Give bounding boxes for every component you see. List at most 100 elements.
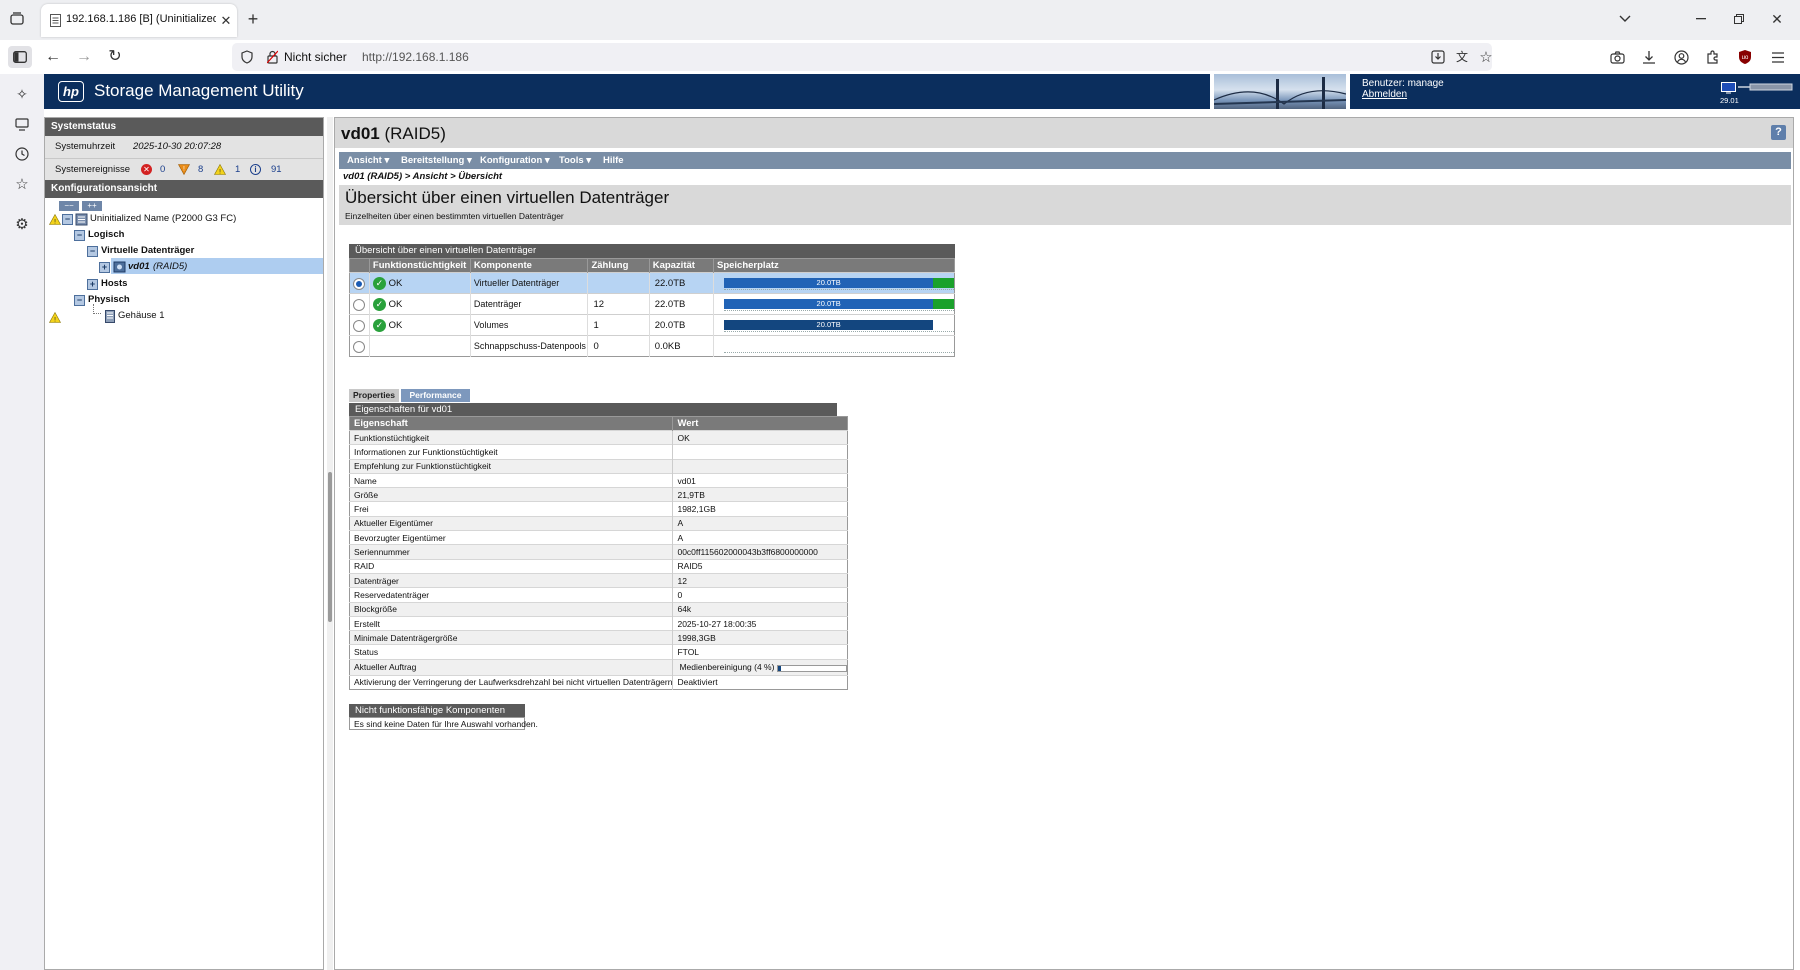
screenshot-icon[interactable] — [1608, 48, 1626, 66]
collapse-all-button[interactable]: −− — [59, 201, 79, 211]
row-select-radio[interactable] — [350, 294, 370, 315]
history-icon[interactable] — [13, 145, 31, 163]
translate-icon[interactable]: 文 — [1454, 49, 1470, 65]
property-name: Informationen zur Funktionstüchtigkeit — [354, 446, 498, 457]
not-secure-label[interactable]: Nicht sicher — [284, 50, 347, 64]
forward-icon[interactable]: → — [75, 48, 93, 66]
overview-row[interactable]: ✓ OK Datenträger 12 22.0TB 20.0TB — [349, 293, 955, 315]
overview-row[interactable]: ✓ OK Virtueller Datenträger 22.0TB 20.0TB — [349, 272, 955, 294]
menu-icon[interactable] — [1769, 48, 1787, 66]
tree-item-hosts[interactable]: Hosts — [101, 276, 127, 292]
tab-list-icon[interactable] — [8, 10, 26, 28]
row-capacity: 22.0TB — [648, 293, 714, 315]
tree-expand-vd01-icon[interactable]: + — [99, 262, 110, 273]
row-select-radio[interactable] — [350, 336, 370, 357]
tree-expand-hosts-icon[interactable]: + — [87, 279, 98, 290]
tree-collapse-physical-icon[interactable]: − — [74, 295, 85, 306]
menu-hilfe[interactable]: Hilfe — [597, 152, 630, 169]
property-name: Datenträger — [354, 575, 399, 586]
expand-all-button[interactable]: ++ — [82, 201, 102, 211]
property-name: Größe — [354, 489, 379, 500]
bookmark-star-icon[interactable]: ☆ — [1478, 49, 1494, 65]
overview-row[interactable]: ✓ OK Volumes 1 20.0TB 20.0TB — [349, 314, 955, 336]
row-select-radio[interactable] — [350, 315, 370, 336]
save-page-icon[interactable] — [1430, 49, 1446, 65]
property-value: 00c0ff115602000043b3ff6800000000 — [672, 544, 848, 560]
overview-col-health[interactable]: Funktionstüchtigkeit — [368, 258, 471, 273]
ok-check-icon: ✓ — [372, 297, 386, 311]
browser-sidebar: ✧ ☆ ⚙ — [0, 74, 44, 970]
close-window-icon[interactable]: ✕ — [1769, 11, 1785, 27]
minimize-icon[interactable] — [1693, 11, 1709, 27]
menu-konfiguration[interactable]: Konfiguration ▾ — [474, 152, 556, 169]
new-tab-icon[interactable]: + — [244, 10, 262, 28]
sidebar-toggle-icon[interactable] — [8, 46, 32, 68]
warning-event-icon[interactable]: ! — [214, 164, 226, 175]
downloads-icon[interactable] — [1640, 48, 1658, 66]
radio-button[interactable] — [353, 298, 366, 311]
synced-tabs-icon[interactable] — [13, 115, 31, 133]
critical-event-icon[interactable]: ✕ — [141, 164, 152, 175]
tree-collapse-vdisks-icon[interactable]: − — [87, 246, 98, 257]
back-icon[interactable]: ← — [44, 48, 62, 66]
info-event-count[interactable]: 91 — [271, 164, 282, 175]
tree-item-vd01[interactable]: vd01 — [128, 259, 150, 275]
error-event-icon[interactable]: ! — [178, 164, 190, 175]
menu-bereitstellung[interactable]: Bereitstellung ▾ — [395, 152, 478, 169]
ublock-icon[interactable]: uo — [1736, 48, 1754, 66]
overview-col-component[interactable]: Komponente — [469, 258, 588, 273]
restore-icon[interactable] — [1731, 11, 1747, 27]
tree-item-enclosure[interactable]: Gehäuse 1 — [118, 308, 164, 324]
radio-button[interactable] — [353, 319, 366, 332]
main-panel: vd01 (RAID5) ? Ansicht ▾ Bereitstellung … — [334, 117, 1794, 970]
tree-item-virtual-disks[interactable]: Virtuelle Datenträger — [101, 243, 194, 259]
property-name: Bevorzugter Eigentümer — [354, 532, 446, 543]
help-button[interactable]: ? — [1771, 125, 1786, 140]
error-event-count[interactable]: 8 — [198, 164, 203, 175]
menu-ansicht[interactable]: Ansicht ▾ — [341, 152, 395, 169]
overview-col-capacity[interactable]: Kapazität — [648, 258, 714, 273]
extensions-icon[interactable] — [1704, 48, 1722, 66]
property-row: Seriennummer 00c0ff115602000043b3ff680000… — [349, 544, 848, 560]
tab-properties[interactable]: Properties — [349, 389, 399, 402]
tree-item-root[interactable]: Uninitialized Name (P2000 G3 FC) — [90, 211, 236, 227]
panel-splitter[interactable] — [327, 117, 333, 970]
settings-gear-icon[interactable]: ⚙ — [13, 215, 31, 233]
tree-item-logical[interactable]: Logisch — [88, 227, 124, 243]
space-bar — [724, 341, 954, 353]
tab-performance[interactable]: Performance — [401, 389, 470, 402]
critical-event-count[interactable]: 0 — [160, 164, 165, 175]
menu-tools[interactable]: Tools ▾ — [553, 152, 597, 169]
logout-link[interactable]: Abmelden — [1362, 89, 1407, 100]
property-row: Funktionstüchtigkeit OK — [349, 430, 848, 445]
space-used-fill: 20.0TB — [724, 299, 934, 309]
close-tab-icon[interactable]: ✕ — [219, 13, 233, 27]
overview-col-count[interactable]: Zählung — [587, 258, 650, 273]
account-icon[interactable] — [1672, 48, 1690, 66]
info-event-icon[interactable]: i — [250, 164, 261, 175]
tree-item-vd01-raid[interactable]: (RAID5) — [153, 259, 187, 275]
property-row: Status FTOL — [349, 644, 848, 660]
system-events-row[interactable]: Systemereignisse ✕ 0 ! 8 ! 1 i 91 — [45, 158, 323, 180]
row-select-radio[interactable] — [350, 273, 370, 294]
property-value: A — [672, 530, 848, 545]
overview-row[interactable]: Schnappschuss-Datenpools 0 0.0KB — [349, 335, 955, 357]
shield-icon[interactable] — [240, 49, 254, 65]
warning-event-count[interactable]: 1 — [235, 164, 240, 175]
tree-collapse-logical-icon[interactable]: − — [74, 230, 85, 241]
overview-table: Funktionstüchtigkeit Komponente Zählung … — [349, 258, 955, 357]
url-text[interactable]: http://192.168.1.186 — [362, 50, 469, 64]
radio-button[interactable] — [353, 340, 366, 353]
reload-icon[interactable]: ↻ — [106, 48, 124, 66]
tree-collapse-root-icon[interactable]: − — [62, 214, 73, 225]
splitter-scrollbar[interactable] — [328, 472, 332, 622]
browser-tab[interactable]: 192.168.1.186 [B] (Uninitialized ✕ — [41, 4, 237, 37]
url-bar[interactable]: Nicht sicher http://192.168.1.186 文 ☆ — [232, 43, 1494, 71]
tab-overflow-icon[interactable] — [1617, 11, 1633, 27]
bookmarks-icon[interactable]: ☆ — [13, 175, 31, 193]
user-panel: Benutzer: manage Abmelden 29.01 — [1350, 74, 1800, 109]
insecure-lock-icon[interactable] — [266, 49, 278, 65]
ai-chat-icon[interactable]: ✧ — [13, 85, 31, 103]
overview-col-space[interactable]: Speicherplatz — [713, 258, 955, 273]
radio-button[interactable] — [353, 277, 366, 290]
